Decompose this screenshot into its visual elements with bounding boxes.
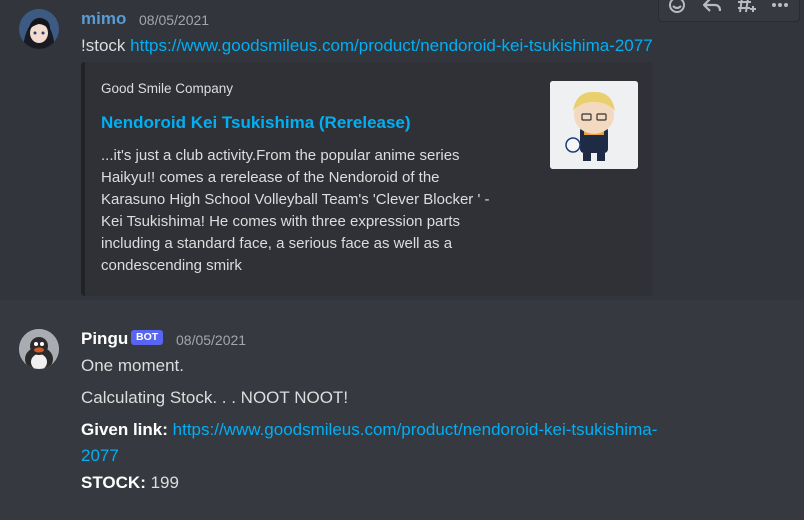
timestamp: 08/05/2021 <box>139 12 210 28</box>
more-icon[interactable] <box>765 0 795 17</box>
stock-value: 199 <box>150 473 179 492</box>
embed-thumbnail[interactable] <box>550 81 638 169</box>
embed-description-line: ...it's just a club activity.From the po… <box>101 147 460 164</box>
timestamp: 08/05/2021 <box>176 332 247 348</box>
stock-label: STOCK: <box>81 473 146 492</box>
reply-icon[interactable] <box>697 0 727 17</box>
stock-line: STOCK: 199 <box>81 472 179 494</box>
message-toolbar <box>658 0 800 22</box>
given-link-continued[interactable]: 2077 <box>81 446 119 465</box>
embed-description-line: Kei Tsukishima! He comes with three expr… <box>101 213 461 230</box>
embed-description: ...it's just a club activity.From the po… <box>101 145 521 277</box>
create-thread-icon[interactable] <box>732 0 762 17</box>
product-link[interactable]: https://www.goodsmileus.com/product/nend… <box>130 36 653 55</box>
given-link[interactable]: https://www.goodsmileus.com/product/nend… <box>173 420 658 439</box>
given-link-line-wrap: 2077 <box>81 445 119 467</box>
username[interactable]: mimo <box>81 9 126 29</box>
message-line: One moment. <box>81 356 184 375</box>
avatar[interactable] <box>19 329 59 369</box>
embed-description-line: including a standard face, a serious fac… <box>101 235 453 252</box>
username[interactable]: Pingu <box>81 329 128 349</box>
embed-description-line: condescending smirk <box>101 257 242 274</box>
command-text: !stock <box>81 36 126 55</box>
embed-title-link[interactable]: Nendoroid Kei Tsukishima (Rerelease) <box>101 112 411 134</box>
message-content: !stock https://www.goodsmileus.com/produ… <box>81 35 653 57</box>
embed-description-line: Haikyu!! comes a rerelease of the Nendor… <box>101 169 440 186</box>
add-reaction-icon[interactable] <box>662 0 692 17</box>
given-link-line: Given link: https://www.goodsmileus.com/… <box>81 419 657 441</box>
avatar[interactable] <box>19 9 59 49</box>
embed-provider: Good Smile Company <box>101 81 234 96</box>
embed-description-line: Karasuno High School Volleyball Team's '… <box>101 191 490 208</box>
given-link-label: Given link: <box>81 420 168 439</box>
link-embed: Good Smile Company Nendoroid Kei Tsukish… <box>81 62 653 296</box>
bot-tag: BOT <box>131 330 164 345</box>
message-line: Calculating Stock. . . NOOT NOOT! <box>81 388 349 407</box>
